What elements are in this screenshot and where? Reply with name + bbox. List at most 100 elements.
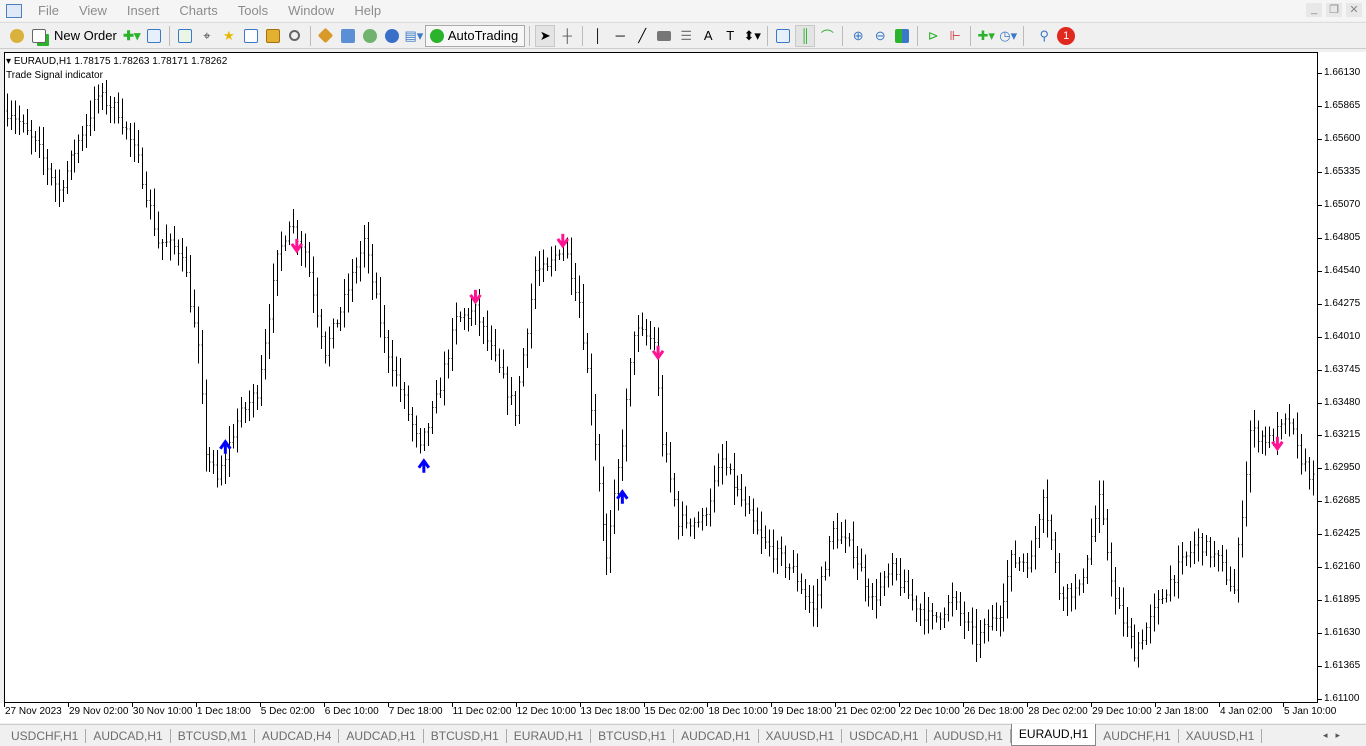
chart-tab[interactable]: USDCHF,H1 bbox=[4, 728, 87, 743]
price-bar bbox=[228, 425, 231, 477]
chart-tab[interactable]: BTCUSD,H1 bbox=[591, 728, 675, 743]
price-bar bbox=[300, 230, 303, 266]
chart-tab[interactable]: AUDUSD,H1 bbox=[927, 728, 1011, 743]
rectangle-icon[interactable] bbox=[654, 25, 674, 47]
price-bar bbox=[1264, 426, 1267, 456]
price-bar bbox=[308, 242, 311, 278]
profiles-icon[interactable] bbox=[7, 25, 27, 47]
price-bar bbox=[324, 331, 327, 364]
periods-icon[interactable]: ◷▾ bbox=[998, 25, 1018, 47]
menu-help[interactable]: Help bbox=[344, 3, 391, 18]
price-bar bbox=[951, 582, 954, 617]
chart-tab[interactable]: EURAUD,H1 bbox=[507, 728, 592, 743]
price-bar bbox=[1280, 418, 1283, 440]
tab-scroll-arrows[interactable]: ◂▸ bbox=[1323, 730, 1348, 741]
vps-icon[interactable] bbox=[338, 25, 358, 47]
chart-tab[interactable]: AUDCAD,H1 bbox=[86, 728, 171, 743]
price-bar bbox=[189, 255, 192, 313]
auto-trading-button[interactable]: AutoTrading bbox=[424, 24, 526, 47]
price-bar bbox=[923, 592, 926, 635]
menu-charts[interactable]: Charts bbox=[169, 3, 227, 18]
price-bar bbox=[1110, 542, 1113, 597]
tile-windows-icon[interactable] bbox=[892, 25, 912, 47]
chart-tab[interactable]: USDCAD,H1 bbox=[842, 728, 927, 743]
price-axis[interactable]: 1.66130 1.65865 1.65600 1.65335 1.65070 1.648… bbox=[1318, 52, 1366, 704]
price-bar bbox=[54, 169, 57, 202]
terminal-icon[interactable] bbox=[241, 25, 261, 47]
market-watch-icon[interactable] bbox=[175, 25, 195, 47]
restore-button[interactable]: ❐ bbox=[1326, 3, 1342, 17]
notifications-icon[interactable]: 1 bbox=[1056, 25, 1076, 47]
menu-file[interactable]: File bbox=[28, 3, 69, 18]
signals-icon[interactable] bbox=[360, 25, 380, 47]
price-bar bbox=[856, 545, 859, 581]
menu-tools[interactable]: Tools bbox=[228, 3, 278, 18]
cursor-icon[interactable]: ➤ bbox=[535, 24, 556, 47]
price-chart[interactable] bbox=[4, 52, 1318, 703]
new-order-icon[interactable] bbox=[29, 25, 49, 47]
chart-tab[interactable]: AUDCHF,H1 bbox=[1096, 728, 1179, 743]
price-bar bbox=[752, 498, 755, 535]
metaeditor-icon[interactable] bbox=[316, 25, 336, 47]
price-bar bbox=[931, 602, 934, 630]
arrows-icon[interactable]: ⬍▾ bbox=[742, 25, 762, 47]
text-icon[interactable]: A bbox=[698, 25, 718, 47]
candlestick-icon[interactable]: ║ bbox=[795, 24, 816, 47]
tester-icon[interactable] bbox=[263, 25, 283, 47]
price-bar bbox=[1177, 545, 1180, 599]
chart-tab[interactable]: AUDCAD,H4 bbox=[255, 728, 340, 743]
strategy-tester-icon[interactable] bbox=[285, 25, 305, 47]
new-chart-icon[interactable]: ✚▾ bbox=[122, 25, 142, 47]
zoom-in-icon[interactable]: ⊕ bbox=[848, 25, 868, 47]
price-bar bbox=[895, 558, 898, 581]
chart-tab[interactable]: BTCUSD,M1 bbox=[171, 728, 256, 743]
chart-canvas[interactable] bbox=[5, 53, 1317, 702]
text-label-icon[interactable]: T bbox=[720, 25, 740, 47]
menu-window[interactable]: Window bbox=[278, 3, 344, 18]
chart-tab[interactable]: XAUUSD,H1 bbox=[759, 728, 843, 743]
autoscroll-icon[interactable]: ⊳ bbox=[923, 25, 943, 47]
time-label: 6 Dec 10:00 bbox=[324, 706, 379, 717]
chart-tab[interactable]: BTCUSD,H1 bbox=[424, 728, 507, 743]
price-bar bbox=[617, 459, 620, 511]
price-bar bbox=[768, 529, 771, 557]
price-bar bbox=[740, 474, 743, 507]
indicators-icon[interactable]: ✚▾ bbox=[976, 25, 996, 47]
menu-view[interactable]: View bbox=[69, 3, 117, 18]
templates-icon[interactable]: ▤▾ bbox=[404, 25, 424, 47]
price-bar bbox=[840, 521, 843, 545]
chart-tab[interactable]: AUDCAD,H1 bbox=[674, 728, 759, 743]
price-label: 1.64540 bbox=[1324, 264, 1361, 276]
search-icon[interactable]: ⚲ bbox=[1034, 25, 1054, 47]
chart-shift-icon[interactable]: ⊩ bbox=[945, 25, 965, 47]
fibonacci-icon[interactable]: ☰ bbox=[676, 25, 696, 47]
chart-tab[interactable]: XAUUSD,H1 bbox=[1179, 728, 1263, 743]
price-bar bbox=[605, 513, 608, 575]
price-label: 1.66130 bbox=[1324, 67, 1361, 78]
price-bar bbox=[999, 605, 1002, 637]
price-bar bbox=[824, 561, 827, 581]
price-tick bbox=[1318, 435, 1322, 437]
trendline-icon[interactable]: ╱ bbox=[632, 25, 652, 47]
price-bar bbox=[248, 390, 251, 421]
price-bar bbox=[709, 488, 712, 527]
vertical-line-icon[interactable]: │ bbox=[588, 25, 608, 47]
line-chart-icon[interactable]: ⌒ bbox=[817, 25, 837, 47]
fullscreen-icon[interactable] bbox=[144, 25, 164, 47]
minimize-button[interactable]: _ bbox=[1306, 3, 1322, 17]
horizontal-line-icon[interactable]: ─ bbox=[610, 25, 630, 47]
price-bar bbox=[1237, 537, 1240, 603]
help-icon[interactable] bbox=[382, 25, 402, 47]
price-bar bbox=[272, 263, 275, 334]
chart-tab[interactable]: EURAUD,H1 bbox=[1010, 724, 1097, 746]
new-order-button[interactable]: New Order bbox=[50, 25, 121, 47]
chart-tab[interactable]: AUDCAD,H1 bbox=[339, 728, 424, 743]
navigator-icon[interactable]: ★ bbox=[219, 25, 239, 47]
time-axis[interactable]: 27 Nov 2023 29 Nov 02:00 30 Nov 10:00 1 Dec… bbox=[0, 703, 1366, 723]
crosshair-icon[interactable]: ┼ bbox=[557, 25, 577, 47]
menu-insert[interactable]: Insert bbox=[117, 3, 170, 18]
crosshair-target-icon[interactable]: ⌖ bbox=[197, 25, 217, 47]
close-button[interactable]: ✕ bbox=[1346, 3, 1362, 17]
bar-chart-icon[interactable] bbox=[773, 25, 793, 47]
zoom-out-icon[interactable]: ⊖ bbox=[870, 25, 890, 47]
